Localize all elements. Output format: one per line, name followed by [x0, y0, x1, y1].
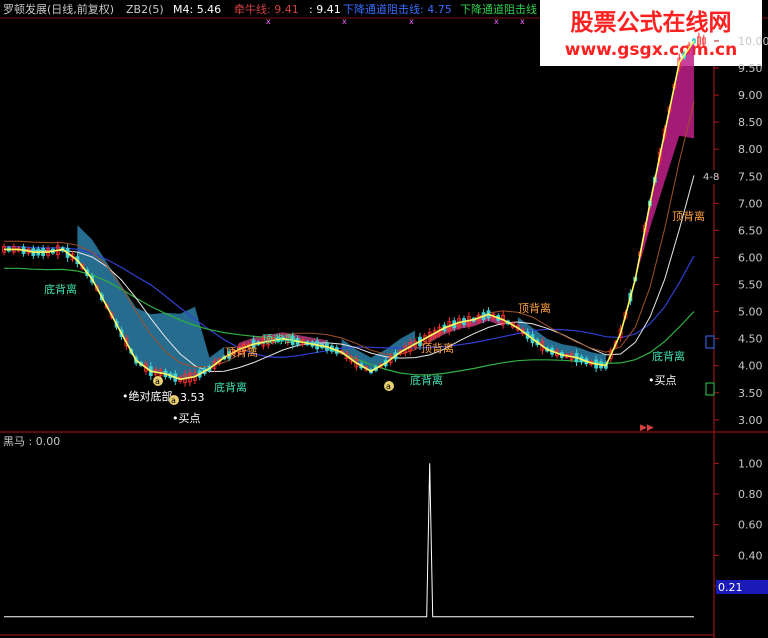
sub-tick-label: 0.40	[738, 549, 763, 562]
annotation-top-divergence-2: 顶背离	[262, 332, 295, 346]
stock-chart-window: 罗顿发展(日线,前复权) ZB2(5) M4: 5.46 牵牛线: 9.41 :…	[0, 0, 768, 638]
qianniu-value: : 9.41	[309, 3, 341, 16]
watermark-title: 股票公式在线网	[571, 9, 732, 36]
svg-text:x: x	[494, 17, 499, 26]
price-tick-label: 8.00	[738, 143, 763, 156]
heima-line	[4, 463, 694, 618]
annotation-bottom-divergence-3: 底背离	[410, 373, 443, 387]
price-tick-label: 5.50	[738, 279, 763, 292]
m4-label: M4: 5.46	[173, 3, 221, 16]
candlesticks	[2, 32, 706, 387]
svg-text:x: x	[266, 17, 271, 26]
price-trend-line	[4, 40, 695, 381]
annotation-absolute-bottom: •绝对底部	[122, 389, 173, 403]
price-tick-label: 8.50	[738, 116, 763, 129]
cyan-band	[77, 225, 225, 380]
signal-marker-1-letter: a	[155, 377, 160, 386]
sub-indicator-title: 黑马 : 0.00	[3, 435, 60, 448]
brown-ma-line	[4, 101, 695, 368]
stock-title: 罗顿发展(日线,前复权)	[3, 2, 114, 16]
price-tick-label: 3.00	[738, 414, 763, 427]
price-tick-label: 5.00	[738, 306, 763, 319]
right-badge: 4-8	[703, 172, 719, 183]
bottom-arrow-icon: ▶▶	[640, 423, 654, 433]
annotation-buy-point-1: •买点	[172, 412, 201, 425]
price-tick-label: 9.00	[738, 89, 763, 102]
price-tick-label: 7.00	[738, 197, 763, 210]
watermark-url: www.gsgx.com.cn	[565, 40, 737, 60]
sub-tick-label: 0.60	[738, 519, 763, 532]
annotation-buy-point-2: •买点	[648, 374, 677, 387]
qianniu-label: 牵牛线: 9.41	[234, 2, 299, 16]
indicator-name: ZB2(5)	[126, 3, 164, 16]
signal-marker-3-letter: a	[386, 382, 391, 391]
svg-text:x: x	[520, 17, 525, 26]
sub-tick-label: 1.00	[738, 457, 763, 470]
price-tick-label: 10.00	[738, 35, 768, 48]
price-tick-label: 4.00	[738, 360, 763, 373]
annotation-top-divergence-4: 顶背离	[518, 301, 551, 315]
svg-text:x: x	[409, 17, 414, 26]
sub-value-axis: 1.000.800.600.400.20	[714, 457, 763, 593]
sub-indicator-line	[4, 463, 694, 618]
low-price-label: 3.53	[180, 391, 205, 404]
moving-average-lines	[4, 101, 695, 376]
signal-marker-2-letter: a	[171, 396, 176, 405]
svg-text:x: x	[342, 17, 347, 26]
annotation-bottom-divergence-1: 底背离	[44, 282, 77, 296]
price-line	[4, 40, 695, 381]
down-channel-label-2: 下降通道阻击线	[460, 2, 537, 16]
main-price-axis: 10.00 9.50 9.00 8.50 8.00 7.50 7.00 6.50 6.00 5.5…	[714, 35, 768, 427]
annotation-top-divergence-3: 顶背离	[421, 341, 454, 355]
annotation-top-divergence-5: 顶背离	[672, 209, 705, 223]
right-green-marker	[705, 382, 715, 396]
price-tick-label: 9.50	[738, 62, 763, 75]
price-tick-label: 6.50	[738, 224, 763, 237]
sub-tick-label: 0.80	[738, 488, 763, 501]
price-tick-label: 3.50	[738, 387, 763, 400]
price-tick-label: 7.50	[738, 170, 763, 183]
right-blue-marker	[705, 335, 715, 349]
annotation-top-divergence-1: 顶背离	[225, 345, 258, 359]
price-tick-label: 4.50	[738, 333, 763, 346]
price-tick-label: 6.00	[738, 251, 763, 264]
down-channel-label: 下降通道阻击线: 4.75	[343, 2, 452, 16]
chart-canvas[interactable]: 罗顿发展(日线,前复权) ZB2(5) M4: 5.46 牵牛线: 9.41 :…	[0, 0, 768, 638]
annotation-bottom-divergence-2: 底背离	[214, 380, 247, 394]
magenta-spike-band	[620, 40, 694, 334]
annotation-bottom-divergence-4: 底背离	[652, 349, 685, 363]
channel-bands	[77, 40, 694, 380]
sub-value-badge-text: 0.21	[718, 581, 743, 594]
